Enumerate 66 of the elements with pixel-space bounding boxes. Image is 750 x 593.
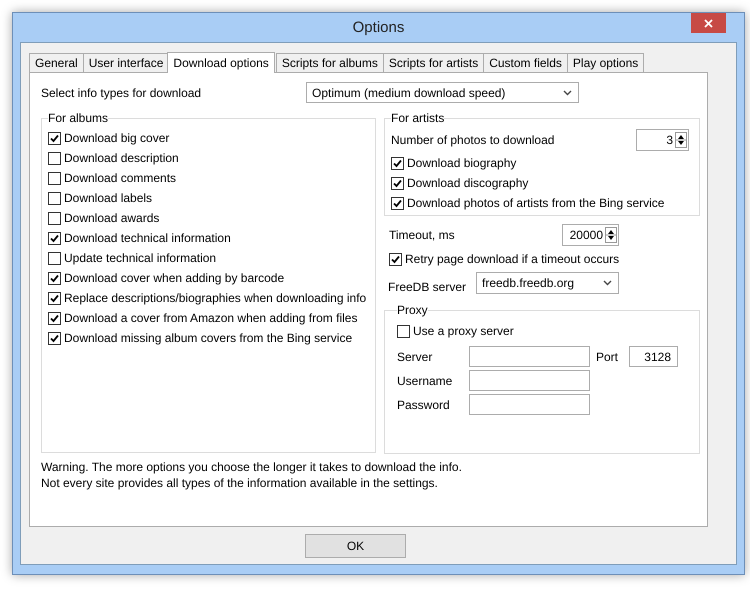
photos-count-label: Number of photos to download (391, 133, 554, 147)
freedb-dropdown[interactable]: freedb.freedb.org (476, 272, 619, 294)
ok-button[interactable]: OK (305, 534, 406, 558)
checkbox[interactable] (48, 212, 61, 224)
checkbox-label: Use a proxy server (413, 324, 514, 338)
checkbox[interactable] (389, 252, 402, 266)
tab[interactable]: Scripts for artists (382, 53, 484, 72)
spin-arrows-icon (605, 227, 617, 243)
checkbox[interactable] (391, 156, 404, 170)
info-types-dropdown[interactable]: Optimum (medium download speed) (306, 82, 579, 103)
checkbox[interactable] (48, 312, 61, 324)
field-label: Password (397, 398, 451, 412)
spin-arrows-icon (675, 132, 687, 148)
tab[interactable]: Play options (566, 53, 644, 72)
group-title: For artists (391, 111, 444, 125)
port-field[interactable]: 3128 (629, 346, 678, 367)
checkbox[interactable] (48, 252, 61, 264)
tab[interactable]: General (29, 53, 84, 72)
info-types-label: Select info types for download (41, 86, 202, 100)
checkbox-label: Retry page download if a timeout occurs (405, 252, 620, 266)
checkbox-label: Download discography (407, 176, 528, 190)
warning-text: Warning. The more options you choose the longer it takes to download the info. (41, 460, 462, 474)
field-label: Username (397, 374, 454, 388)
close-button[interactable] (691, 13, 726, 33)
timeout-label: Timeout, ms (389, 228, 456, 242)
chevron-down-icon (563, 90, 572, 96)
window-title: Options (352, 19, 404, 36)
checkbox-label: Download technical information (64, 231, 231, 245)
tab[interactable]: Scripts for albums (276, 53, 384, 72)
checkbox-label: Download big cover (64, 131, 170, 145)
input-field[interactable] (469, 370, 590, 391)
checkbox[interactable] (48, 172, 61, 184)
checkbox-label: Download missing album covers from the Bing service (64, 331, 352, 345)
chevron-down-icon (603, 280, 612, 286)
checkbox[interactable] (48, 132, 61, 144)
checkbox-label: Replace descriptions/biographies when downloading info (64, 291, 366, 305)
checkbox-label: Download a cover from Amazon when adding from files (64, 311, 358, 325)
checkbox[interactable] (48, 272, 61, 284)
checkbox[interactable] (48, 332, 61, 344)
port-label: Port (596, 350, 620, 364)
group-title: For albums (48, 111, 108, 125)
checkbox[interactable] (48, 152, 61, 164)
close-icon (704, 18, 713, 28)
tab[interactable]: Download options (167, 52, 275, 73)
input-field[interactable] (469, 394, 590, 415)
field-label: Server (397, 350, 434, 364)
freedb-label: FreeDB server (388, 279, 468, 294)
checkbox[interactable] (48, 292, 61, 304)
checkbox-label: Update technical information (64, 251, 216, 265)
checkbox[interactable] (48, 192, 61, 204)
checkbox-label: Download awards (64, 211, 160, 225)
checkbox[interactable] (397, 324, 410, 338)
timeout-spinner[interactable]: 20000 (562, 224, 619, 246)
checkbox-label: Download photos of artists from the Bing service (407, 196, 664, 210)
input-field[interactable] (469, 346, 590, 367)
checkbox[interactable] (391, 196, 404, 210)
checkbox-label: Download cover when adding by barcode (64, 271, 284, 285)
checkbox-label: Download comments (64, 171, 176, 185)
warning-text: Not every site provides all types of the information available in the settings. (41, 476, 438, 490)
checkbox[interactable] (391, 176, 404, 190)
checkbox-label: Download description (64, 151, 179, 165)
checkbox[interactable] (48, 232, 61, 244)
photos-count-spinner[interactable]: 3 (636, 129, 689, 151)
group-title: Proxy (397, 303, 428, 317)
checkbox-label: Download labels (64, 191, 152, 205)
checkbox-label: Download biography (407, 156, 516, 170)
